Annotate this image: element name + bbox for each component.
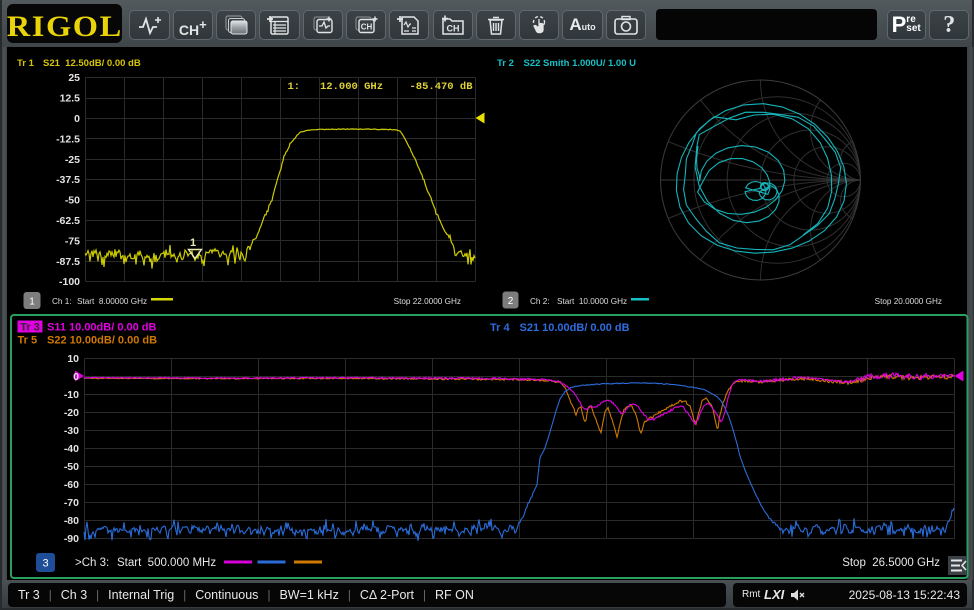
svg-text:Start 500.000 MHz: Start 500.000 MHz <box>117 557 216 569</box>
svg-text:-70: -70 <box>64 497 79 509</box>
svg-text:-37.5: -37.5 <box>56 174 80 186</box>
svg-text:-87.5: -87.5 <box>56 256 80 268</box>
svg-text:-50: -50 <box>64 461 79 473</box>
svg-text:-100: -100 <box>59 276 80 288</box>
svg-text:Tr 2: Tr 2 <box>497 58 514 69</box>
svg-text:Tr 5: Tr 5 <box>18 335 38 347</box>
svg-text:S11 10.00dB/ 0.00 dB: S11 10.00dB/ 0.00 dB <box>47 322 157 334</box>
svg-text:12.5: 12.5 <box>60 93 81 105</box>
svg-text:-80: -80 <box>64 515 79 527</box>
svg-text:0: 0 <box>74 113 80 125</box>
svg-text:Tr 1: Tr 1 <box>17 58 35 69</box>
svg-text:Tr 4: Tr 4 <box>490 322 510 334</box>
svg-text:-12.5: -12.5 <box>56 133 80 145</box>
svg-text:1: 1 <box>190 237 196 249</box>
svg-text:0: 0 <box>73 371 79 383</box>
svg-text:3: 3 <box>42 558 48 570</box>
svg-text:CH: CH <box>361 22 373 31</box>
svg-text:CH: CH <box>446 23 459 33</box>
svg-text:Start 8.00000 GHz: Start 8.00000 GHz <box>77 297 147 306</box>
svg-text:-25: -25 <box>65 154 80 166</box>
svg-text:25: 25 <box>68 72 80 84</box>
svg-text:S22 Smith 1.000U/ 1.00 U: S22 Smith 1.000U/ 1.00 U <box>524 58 637 69</box>
svg-text:>Ch 3:: >Ch 3: <box>75 557 109 569</box>
svg-text:1: 1 <box>29 297 35 308</box>
svg-text:-50: -50 <box>65 195 80 207</box>
svg-text:12.000 GHz: 12.000 GHz <box>320 81 383 93</box>
svg-text:-85.470 dB: -85.470 dB <box>410 81 474 93</box>
svg-text:Stop 22.0000 GHz: Stop 22.0000 GHz <box>394 297 461 306</box>
svg-text:-60: -60 <box>64 479 79 491</box>
svg-text:-75: -75 <box>65 235 80 247</box>
svg-text:-10: -10 <box>64 389 79 401</box>
svg-text:-20: -20 <box>64 407 79 419</box>
svg-text:-62.5: -62.5 <box>56 215 80 227</box>
svg-text:Ch 1:: Ch 1: <box>52 297 72 306</box>
svg-text:Start 10.0000 GHz: Start 10.0000 GHz <box>557 297 627 306</box>
svg-text:S22 10.00dB/ 0.00 dB: S22 10.00dB/ 0.00 dB <box>47 335 157 347</box>
svg-text:Tr 3: Tr 3 <box>20 322 40 334</box>
svg-text:-30: -30 <box>64 425 79 437</box>
svg-text:Stop 26.5000 GHz: Stop 26.5000 GHz <box>842 557 940 569</box>
svg-text:S21 10.00dB/ 0.00 dB: S21 10.00dB/ 0.00 dB <box>520 322 630 334</box>
svg-text:S21 12.50dB/ 0.00 dB: S21 12.50dB/ 0.00 dB <box>43 58 141 69</box>
svg-text:10: 10 <box>67 353 79 365</box>
svg-text:1:: 1: <box>288 81 301 93</box>
svg-text:-40: -40 <box>64 443 79 455</box>
svg-text:2: 2 <box>508 296 514 307</box>
svg-text:Stop 20.0000 GHz: Stop 20.0000 GHz <box>875 297 942 306</box>
svg-text:Ch 2:: Ch 2: <box>530 297 550 306</box>
svg-text:-90: -90 <box>64 533 79 545</box>
